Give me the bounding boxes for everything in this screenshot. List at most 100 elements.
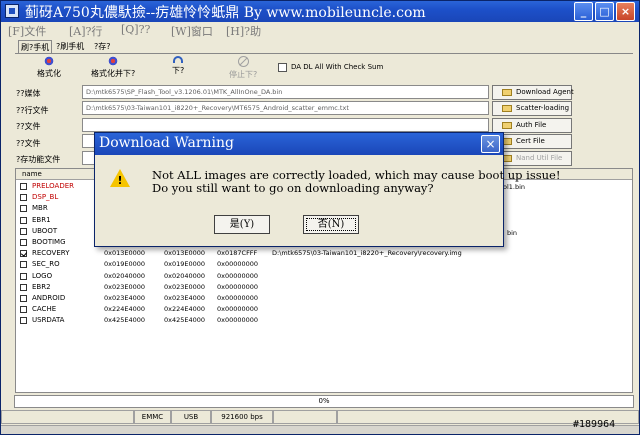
row-checkbox[interactable] xyxy=(20,317,27,325)
row-checkbox[interactable] xyxy=(20,261,27,269)
app-icon xyxy=(5,4,19,18)
menu-bar: [F]文件 [A]?行 [Q]?? [W]窗口 [H]?助 xyxy=(1,22,639,38)
nand-label: ?存功能文件 xyxy=(16,155,61,164)
row-name: USRDATA xyxy=(32,316,65,325)
column-name-header: name xyxy=(22,170,42,178)
folder-icon xyxy=(502,89,512,96)
list-item[interactable]: CACHE 0x224E4000 0x224E4000 0x00000000 xyxy=(18,304,628,315)
maximize-button[interactable]: □ xyxy=(595,2,614,21)
row-name: ANDROID xyxy=(32,294,66,302)
row-name: SEC_RO xyxy=(32,260,60,269)
row-address: 0x00000000 xyxy=(217,271,259,280)
list-item[interactable]: RECOVERY 0x013E0000 0x013E0000 0x0187CFFF D:… xyxy=(18,248,628,259)
list-item[interactable]: ANDROID 0x023E4000 0x023E4000 0x00000000 xyxy=(18,293,628,304)
menu-file[interactable]: [F]文件 xyxy=(8,23,46,39)
row-address: 0x02040000 xyxy=(104,271,146,280)
format-button[interactable]: 格式化 xyxy=(37,56,61,79)
row-name: RECOVERY xyxy=(32,249,70,258)
format-download-label: 格式化并下? xyxy=(91,69,136,78)
scatter-loading-button[interactable]: Scatter-loading xyxy=(492,101,572,116)
auth-file-label: Auth File xyxy=(516,121,547,129)
cert-file-button[interactable]: Cert File xyxy=(492,134,572,149)
row-checkbox[interactable] xyxy=(20,183,27,190)
stop-download-button[interactable]: 停止下? xyxy=(229,56,257,80)
menu-help[interactable]: [H]?助 xyxy=(226,23,261,39)
dialog-close-button[interactable]: × xyxy=(481,135,500,153)
dialog-message-line-2: Do you still want to go on downloading a… xyxy=(152,181,434,195)
stop-icon xyxy=(237,56,249,67)
download-button[interactable]: 下? xyxy=(172,56,184,76)
list-item[interactable]: USRDATA 0x425E4000 0x425E4000 0x00000000 xyxy=(18,315,628,326)
menu-action[interactable]: [A]?行 xyxy=(69,23,102,39)
title-bar: 蓟砑A750丸儂馱撿--疠雄怜怜蚔鼎 By www.mobileuncle.co… xyxy=(1,1,639,22)
status-bar: EMMC USB 921600 bps xyxy=(1,410,639,424)
tab-readback[interactable]: ?刷手机 xyxy=(54,40,86,53)
dialog-title: Download Warning xyxy=(95,133,503,155)
yes-button[interactable]: 是(Y) xyxy=(214,215,270,234)
row-checkbox[interactable] xyxy=(20,306,27,314)
row-name: EBR1 xyxy=(32,215,51,224)
row-address: 0x023E0000 xyxy=(104,282,146,291)
row-checkbox[interactable] xyxy=(20,283,27,291)
menu-window[interactable]: [W]窗口 xyxy=(171,23,213,39)
row-address: 0x013E0000 xyxy=(104,249,146,258)
row-address: 0x425E4000 xyxy=(164,316,206,325)
download-label: 下? xyxy=(172,66,185,75)
auth-label: ??文件 xyxy=(16,122,41,131)
auth-path-field[interactable] xyxy=(82,118,489,132)
tab-download[interactable]: 刷?手机 xyxy=(18,40,53,53)
row-file-path: D:\mtk6575\03-Taiwan101_i8220+_Recovery\… xyxy=(272,249,462,258)
row-checkbox[interactable] xyxy=(20,272,27,280)
scatter-loading-label: Scatter-loading xyxy=(516,104,570,112)
flash-tool-window: 蓟砑A750丸儂馱撿--疠雄怜怜蚔鼎 By www.mobileuncle.co… xyxy=(0,0,640,435)
scatter-path-field[interactable]: D:\mtk6575\03-Taiwan101_i8220+_Recovery\… xyxy=(82,101,489,115)
list-item[interactable]: LOGO 0x02040000 0x02040000 0x00000000 xyxy=(18,271,628,282)
warning-icon: ! xyxy=(110,169,130,187)
list-item[interactable]: SEC_RO 0x019E0000 0x019E0000 0x00000000 xyxy=(18,259,628,270)
row-name: MBR xyxy=(32,204,48,213)
row-checkbox[interactable] xyxy=(20,227,27,235)
status-cell-empty-1 xyxy=(1,410,134,424)
row-checkbox[interactable] xyxy=(20,216,27,224)
auth-file-button[interactable]: Auth File xyxy=(492,118,572,133)
row-address: 0x023E4000 xyxy=(104,294,146,302)
format-label: 格式化 xyxy=(37,69,61,78)
status-cell-empty-2 xyxy=(273,410,337,424)
watermark-id: #189964 xyxy=(573,419,616,430)
progress-bar: 0% xyxy=(14,395,634,408)
row-address: 0x425E4000 xyxy=(104,316,146,325)
da-path-field[interactable]: D:\mtk6575\SP_Flash_Tool_v3.1206.01\MTK_… xyxy=(82,85,489,99)
status-storage: EMMC xyxy=(134,410,171,424)
stop-download-label: 停止下? xyxy=(229,70,258,79)
row-address: 0x00000000 xyxy=(217,294,259,302)
row-name: CACHE xyxy=(32,305,57,314)
row-address: 0x0187CFFF xyxy=(217,249,258,258)
download-icon xyxy=(173,56,184,63)
folder-icon xyxy=(502,122,512,129)
nand-util-file-button[interactable]: Nand Util File xyxy=(492,151,572,166)
row-address: 0x019E0000 xyxy=(104,260,146,269)
minimize-button[interactable]: _ xyxy=(574,2,593,21)
format-download-button[interactable]: 格式化并下? xyxy=(91,56,135,79)
row-checkbox[interactable] xyxy=(20,250,27,258)
row-address: 0x023E0000 xyxy=(164,282,206,291)
row-name: LOGO xyxy=(32,271,53,280)
row-checkbox[interactable] xyxy=(20,295,27,302)
list-item[interactable]: EBR2 0x023E0000 0x023E0000 0x00000000 xyxy=(18,282,628,293)
menu-options[interactable]: [Q]?? xyxy=(121,23,150,36)
row-checkbox[interactable] xyxy=(20,239,27,246)
folder-icon xyxy=(502,105,512,112)
download-agent-button[interactable]: Download Agent xyxy=(492,85,574,100)
no-button[interactable]: 否(N) xyxy=(303,215,359,234)
row-address: 0x013E0000 xyxy=(164,249,206,258)
tab-memory-test[interactable]: ?存? xyxy=(92,40,113,53)
row-checkbox[interactable] xyxy=(20,194,27,202)
row-address: 0x02040000 xyxy=(164,271,206,280)
row-checkbox[interactable] xyxy=(20,205,27,213)
row-address: 0x224E4000 xyxy=(104,305,146,314)
checksum-checkbox[interactable] xyxy=(278,63,287,72)
close-button[interactable]: × xyxy=(616,2,635,21)
window-title: 蓟砑A750丸儂馱撿--疠雄怜怜蚔鼎 By www.mobileuncle.co… xyxy=(25,5,426,21)
row-address: 0x00000000 xyxy=(217,260,259,269)
row-address: 0x019E0000 xyxy=(164,260,206,269)
